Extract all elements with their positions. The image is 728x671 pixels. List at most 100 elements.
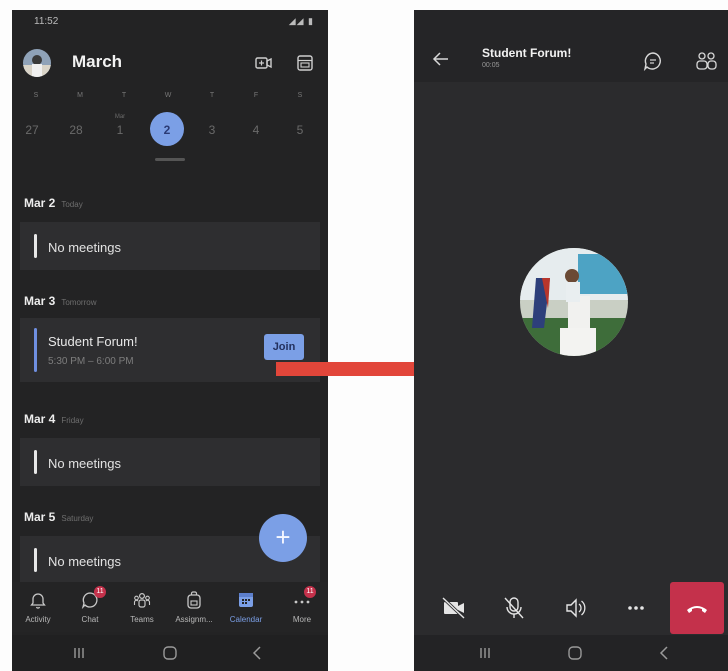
- card-bar: [34, 450, 37, 474]
- home-icon[interactable]: [161, 644, 179, 662]
- no-meetings-card: No meetings: [20, 222, 320, 270]
- bottom-tab-bar: Activity 11 Chat Teams Assignm... Calend…: [12, 582, 328, 632]
- call-title: Student Forum!: [482, 46, 572, 60]
- date-cell-selected[interactable]: 2: [145, 110, 189, 150]
- recent-apps-icon[interactable]: [70, 644, 88, 662]
- date-cell[interactable]: 4: [234, 110, 278, 150]
- home-icon[interactable]: [566, 644, 584, 662]
- calendar-icon: [239, 593, 253, 607]
- weekday-label: S: [297, 92, 303, 99]
- date-cell[interactable]: Mar 1: [98, 110, 142, 150]
- call-header: Student Forum! 00:05: [414, 10, 728, 82]
- weekday-label: T: [121, 92, 127, 99]
- weekday-label: M: [77, 92, 83, 99]
- day-date: Mar 3: [24, 294, 56, 308]
- date-number: 27: [25, 123, 39, 137]
- new-event-button[interactable]: +: [259, 514, 307, 562]
- date-cell[interactable]: 3: [190, 110, 234, 150]
- no-meetings-card: No meetings: [20, 438, 320, 486]
- more-options-icon[interactable]: [622, 594, 650, 622]
- no-meetings-text: No meetings: [48, 456, 121, 471]
- no-meetings-text: No meetings: [48, 240, 121, 255]
- date-number: 2: [163, 123, 171, 137]
- chat-badge: 11: [94, 586, 106, 598]
- event-card[interactable]: Student Forum! 5:30 PM – 6:00 PM Join: [20, 318, 320, 382]
- date-cell[interactable]: 5: [278, 110, 322, 150]
- more-badge: 11: [304, 586, 316, 598]
- week-strip: 27 28 Mar 1 2 3 4 5: [12, 110, 328, 150]
- month-title[interactable]: March: [72, 52, 122, 72]
- meet-now-icon[interactable]: [252, 52, 274, 74]
- status-icons: ◢◢ ▮: [288, 16, 314, 26]
- day-date: Mar 5: [24, 510, 56, 524]
- day-sub: Today: [61, 200, 83, 209]
- recent-apps-icon[interactable]: [476, 644, 494, 662]
- back-icon[interactable]: [249, 644, 267, 662]
- chat-icon[interactable]: [642, 50, 664, 72]
- android-nav-bar: [414, 635, 728, 671]
- tab-label: More: [292, 615, 312, 624]
- date-number: 1: [116, 123, 124, 137]
- weekday-label: F: [253, 92, 259, 99]
- tab-label: Teams: [130, 615, 154, 624]
- date-cell[interactable]: 27: [12, 110, 54, 150]
- status-time: 11:52: [34, 16, 59, 27]
- tab-label: Assignm...: [175, 615, 213, 624]
- teams-icon: [133, 592, 151, 608]
- day-header: Mar 2 Today: [24, 196, 83, 210]
- day-sub: Tomorrow: [61, 298, 97, 307]
- event-time: 5:30 PM – 6:00 PM: [48, 356, 134, 367]
- teams-call-screen: Student Forum! 00:05: [414, 10, 728, 671]
- day-header: Mar 4 Friday: [24, 412, 84, 426]
- card-bar: [34, 548, 37, 572]
- tab-more[interactable]: 11 More: [278, 582, 326, 632]
- android-nav-bar: [12, 635, 328, 671]
- participant-avatar[interactable]: [520, 248, 628, 356]
- day-header: Mar 5 Saturday: [24, 510, 93, 524]
- tab-label: Chat: [81, 615, 99, 624]
- avatar[interactable]: [23, 49, 51, 77]
- weekday-label: T: [209, 92, 215, 99]
- date-number: 3: [208, 123, 216, 137]
- tab-teams[interactable]: Teams: [118, 582, 166, 632]
- day-header: Mar 3 Tomorrow: [24, 294, 96, 308]
- participants-icon[interactable]: [694, 50, 718, 72]
- card-bar: [34, 234, 37, 258]
- event-title: Student Forum!: [48, 334, 138, 349]
- date-cell[interactable]: 28: [54, 110, 98, 150]
- back-icon[interactable]: [656, 644, 674, 662]
- hang-up-icon: [687, 606, 707, 613]
- day-sub: Saturday: [61, 514, 94, 523]
- day-sub: Friday: [61, 416, 84, 425]
- date-number: 4: [252, 123, 260, 137]
- tab-label: Activity: [25, 615, 51, 624]
- expand-handle[interactable]: [155, 158, 185, 161]
- backpack-icon: [187, 591, 201, 609]
- day-date: Mar 4: [24, 412, 56, 426]
- event-bar: [34, 328, 37, 372]
- tab-assignments[interactable]: Assignm...: [170, 582, 218, 632]
- call-timer: 00:05: [482, 62, 500, 69]
- mic-off-icon[interactable]: [500, 594, 528, 622]
- date-number: 5: [296, 123, 304, 137]
- calendar-header: March: [12, 38, 328, 88]
- call-controls: [414, 580, 728, 636]
- day-date: Mar 2: [24, 196, 56, 210]
- camera-off-icon[interactable]: [440, 594, 468, 622]
- speaker-icon[interactable]: [562, 594, 590, 622]
- tab-label: Calendar: [229, 615, 263, 624]
- no-meetings-text: No meetings: [48, 554, 121, 569]
- weekday-row: S M T W T F S: [12, 92, 328, 104]
- weekday-label: S: [33, 92, 39, 99]
- back-arrow-icon[interactable]: [430, 48, 452, 70]
- weekday-label: W: [164, 92, 172, 99]
- tab-calendar[interactable]: Calendar: [222, 582, 270, 632]
- calendar-view-icon[interactable]: [294, 52, 316, 74]
- bell-icon: [30, 593, 46, 609]
- date-number: 28: [69, 123, 83, 137]
- tab-activity[interactable]: Activity: [14, 582, 62, 632]
- status-bar: 11:52 ◢◢ ▮: [12, 10, 328, 32]
- tab-chat[interactable]: 11 Chat: [66, 582, 114, 632]
- hang-up-button[interactable]: [670, 582, 724, 634]
- date-month-label: Mar: [114, 114, 126, 120]
